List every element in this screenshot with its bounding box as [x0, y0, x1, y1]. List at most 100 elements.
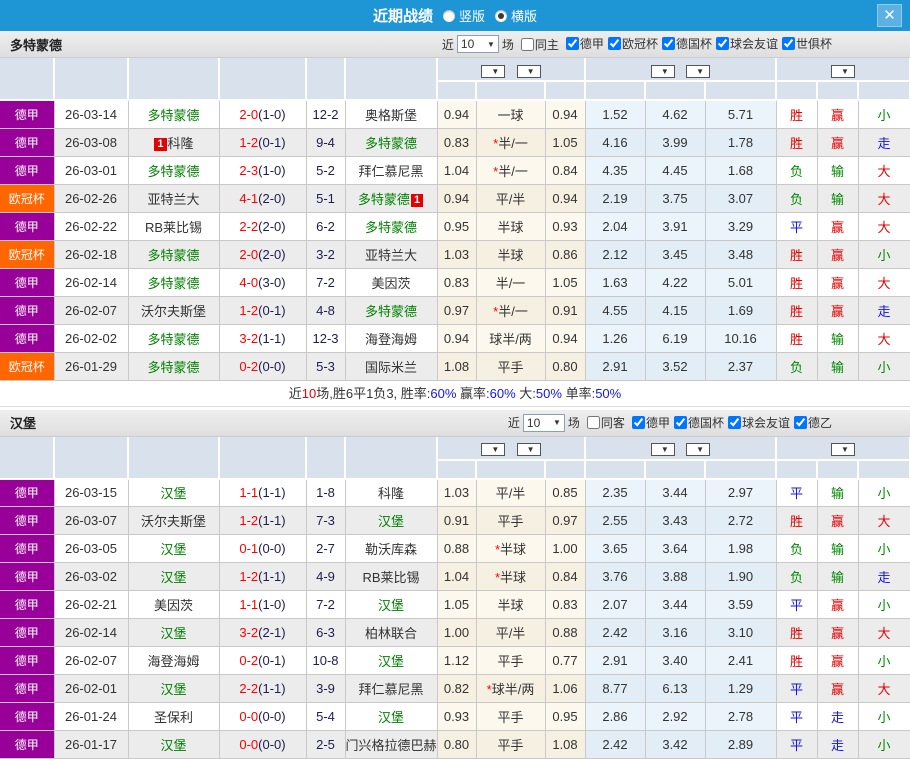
league-filter-input[interactable] — [794, 416, 807, 429]
match-row: 德甲26-02-07沃尔夫斯堡1-2(0-1)4-8多特蒙德0.97*半/一0.… — [0, 296, 910, 324]
match-row: 德甲26-03-02汉堡1-2(1-1)4-9RB莱比锡1.04*半球0.843… — [0, 563, 910, 591]
match-row: 德甲26-03-081科隆1-2(0-1)9-4多特蒙德0.83*半/一1.05… — [0, 128, 910, 156]
away-team-cell: 柏林联合 — [345, 619, 437, 647]
results-table: ▼ ▼ ▼ ▼ ▼ — [0, 437, 910, 759]
results-body: 德甲26-03-14多特蒙德2-0(1-0)12-2奥格斯堡0.94一球0.94… — [0, 100, 910, 380]
odds-stage-select[interactable]: ▼ — [517, 443, 541, 456]
result-handicap: 赢 — [817, 128, 858, 156]
corner-cell: 5-1 — [306, 184, 345, 212]
wdl-average-select[interactable]: ▼ — [651, 65, 675, 78]
home-odds: 0.82 — [437, 675, 476, 703]
result-handicap: 输 — [817, 479, 858, 507]
league-filter-input[interactable] — [608, 37, 621, 50]
score-cell: 1-2(0-1) — [219, 296, 306, 324]
avg-win: 2.04 — [585, 212, 645, 240]
league-badge: 德甲 — [0, 675, 54, 703]
league-filter-input[interactable] — [566, 37, 579, 50]
fulltime-select[interactable]: ▼ — [831, 443, 855, 456]
league-filter-input[interactable] — [728, 416, 741, 429]
col-home — [128, 58, 219, 100]
home-team-cell: 汉堡 — [128, 619, 219, 647]
home-team: 汉堡 — [160, 626, 186, 641]
col-away — [345, 58, 437, 100]
league-badge: 欧冠杯 — [0, 352, 54, 380]
result-goals: 小 — [858, 647, 910, 675]
league-filter-checkbox[interactable]: 德国杯 — [670, 414, 724, 431]
away-team-cell: 多特蒙德 — [345, 296, 437, 324]
avg-draw: 6.13 — [645, 675, 705, 703]
result-handicap: 赢 — [817, 296, 858, 324]
wdl-average-select[interactable]: ▼ — [651, 443, 675, 456]
league-filter-label: 德甲 — [646, 414, 670, 431]
match-row: 德甲26-03-05汉堡0-1(0-0)2-7勒沃库森0.88*半球1.003.… — [0, 535, 910, 563]
league-filter-input[interactable] — [782, 37, 795, 50]
avg-draw: 2.92 — [645, 703, 705, 731]
league-filter-input[interactable] — [674, 416, 687, 429]
handicap: 平手 — [476, 703, 545, 731]
odds-company-select[interactable]: ▼ — [481, 65, 505, 78]
match-date: 26-02-18 — [54, 240, 128, 268]
away-odds: 1.05 — [545, 268, 585, 296]
recent-count-select[interactable]: 10▼ — [457, 35, 499, 53]
league-badge: 德甲 — [0, 296, 54, 324]
league-filter-checkbox[interactable]: 德甲 — [628, 414, 670, 431]
handicap: 半球 — [476, 591, 545, 619]
horizontal-layout-radio[interactable] — [495, 10, 507, 22]
same-venue-input[interactable] — [587, 416, 600, 429]
vertical-layout-radio[interactable] — [443, 10, 455, 22]
avg-draw: 4.45 — [645, 156, 705, 184]
avg-lose: 1.68 — [705, 156, 776, 184]
handicap: 平手 — [476, 352, 545, 380]
home-team: 多特蒙德 — [147, 276, 199, 291]
match-date: 26-02-14 — [54, 268, 128, 296]
league-filter-label: 德国杯 — [676, 35, 712, 52]
odds-company-select[interactable]: ▼ — [481, 443, 505, 456]
avg-lose: 3.59 — [705, 591, 776, 619]
results-table: ▼ ▼ ▼ ▼ ▼ — [0, 58, 910, 381]
fulltime-score: 2-0 — [239, 107, 258, 122]
games-label: 场 — [568, 414, 580, 431]
result-handicap: 赢 — [817, 240, 858, 268]
odds-stage-select[interactable]: ▼ — [517, 65, 541, 78]
recent-count-select[interactable]: 10▼ — [523, 414, 565, 432]
close-icon[interactable]: ✕ — [877, 4, 902, 27]
avg-lose: 3.29 — [705, 212, 776, 240]
league-filter-checkbox[interactable]: 德乙 — [790, 414, 832, 431]
avg-draw: 3.52 — [645, 352, 705, 380]
avg-stage-select[interactable]: ▼ — [686, 443, 710, 456]
league-filter-checkbox[interactable]: 德甲 — [562, 35, 604, 52]
same-venue-checkbox[interactable]: 同客 — [583, 414, 625, 431]
league-filter-input[interactable] — [662, 37, 675, 50]
col-corner — [306, 58, 345, 100]
away-team: 汉堡 — [378, 654, 404, 669]
league-filter-checkbox[interactable]: 世俱杯 — [778, 35, 832, 52]
league-filter-checkbox[interactable]: 欧冠杯 — [604, 35, 658, 52]
home-odds: 1.08 — [437, 352, 476, 380]
league-filter-checkbox[interactable]: 德国杯 — [658, 35, 712, 52]
chevron-down-icon: ▼ — [696, 445, 704, 454]
col-goals — [858, 460, 910, 479]
league-filter-checkbox[interactable]: 球会友谊 — [724, 414, 790, 431]
match-date: 26-02-07 — [54, 647, 128, 675]
fulltime-select[interactable]: ▼ — [831, 65, 855, 78]
league-filter-checkbox[interactable]: 球会友谊 — [712, 35, 778, 52]
result-wdl: 胜 — [776, 296, 817, 324]
away-odds: 0.85 — [545, 479, 585, 507]
sub-lose-avg — [705, 81, 776, 100]
away-team-cell: 奥格斯堡 — [345, 100, 437, 128]
match-row: 欧冠杯26-01-29多特蒙德0-2(0-0)5-3国际米兰1.08平手0.80… — [0, 352, 910, 380]
match-row: 德甲26-02-02多特蒙德3-2(1-1)12-3海登海姆0.94球半/两0.… — [0, 324, 910, 352]
away-team: 多特蒙德 — [365, 304, 417, 319]
league-badge: 德甲 — [0, 479, 54, 507]
league-filter-input[interactable] — [716, 37, 729, 50]
fulltime-score: 1-2 — [239, 303, 258, 318]
league-filter-input[interactable] — [632, 416, 645, 429]
avg-stage-select[interactable]: ▼ — [686, 65, 710, 78]
same-venue-checkbox[interactable]: 同主 — [517, 36, 559, 53]
chevron-down-icon: ▼ — [553, 418, 561, 427]
league-filter-label: 世俱杯 — [796, 35, 832, 52]
games-label: 场 — [502, 36, 514, 53]
fulltime-score: 0-0 — [239, 737, 258, 752]
result-wdl: 胜 — [776, 647, 817, 675]
same-venue-input[interactable] — [521, 38, 534, 51]
